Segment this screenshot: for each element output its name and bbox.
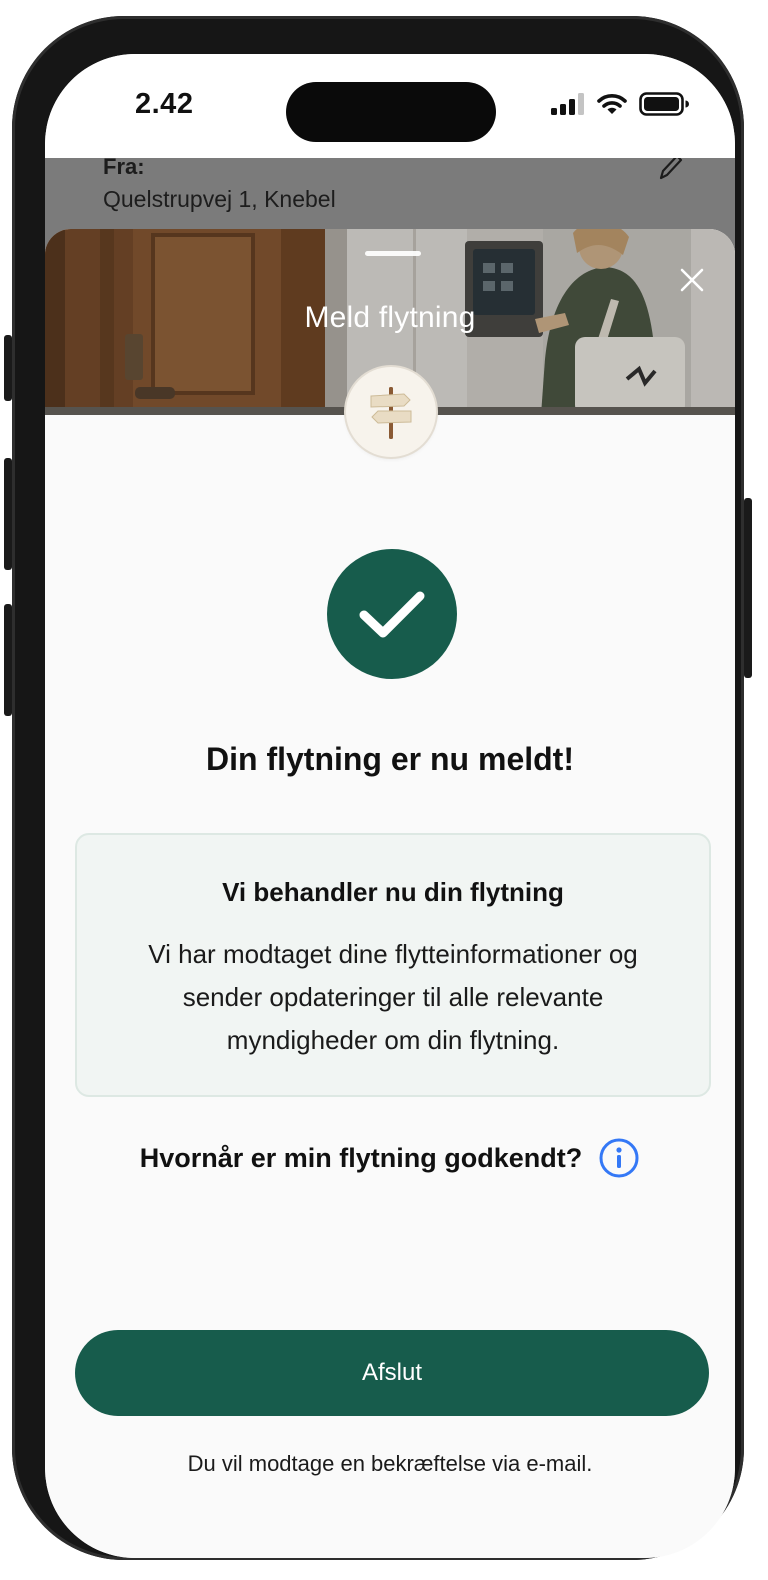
moving-sheet: Meld flytning Din flytning er nu meldt! [45,229,735,1558]
status-icons [551,92,689,116]
sheet-title: Meld flytning [304,301,476,334]
processing-info-card: Vi behandler nu din flytning Vi har modt… [75,833,711,1097]
dynamic-island [286,82,496,142]
success-headline: Din flytning er nu meldt! [206,741,574,777]
info-card-body: Vi har modtaget dine flytteinformationer… [148,939,638,1055]
success-check [327,549,457,679]
sheet-grabber[interactable] [365,251,421,256]
signpost-badge [346,367,436,457]
power-button [744,498,752,678]
action-button [4,335,12,401]
signpost-icon [370,387,412,439]
status-bar: 2.42 [45,54,735,158]
approval-question[interactable]: Hvornår er min flytning godkendt? [45,1137,735,1179]
phone-screen: 2.42 Fra: Quelstrupvej 1, Knebel Meld fl… [45,54,735,1558]
close-icon[interactable] [679,267,705,293]
info-card-title: Vi behandler nu din flytning [222,877,564,907]
email-confirmation-note: Du vil modtage en bekræftelse via e-mail… [187,1451,593,1476]
approval-question-text: Hvornår er min flytning godkendt? [139,1142,583,1173]
volume-down-button [4,604,12,716]
from-address: Quelstrupvej 1, Knebel [103,186,336,212]
wifi-icon [597,94,627,114]
status-time: 2.42 [135,88,194,120]
info-icon[interactable] [598,1137,640,1179]
volume-up-button [4,458,12,570]
phone-frame: 2.42 Fra: Quelstrupvej 1, Knebel Meld fl… [12,16,744,1560]
signal-icon [551,93,584,115]
battery-icon [639,92,689,116]
checkmark-icon [359,591,425,638]
finish-button[interactable]: Afslut [75,1330,709,1416]
